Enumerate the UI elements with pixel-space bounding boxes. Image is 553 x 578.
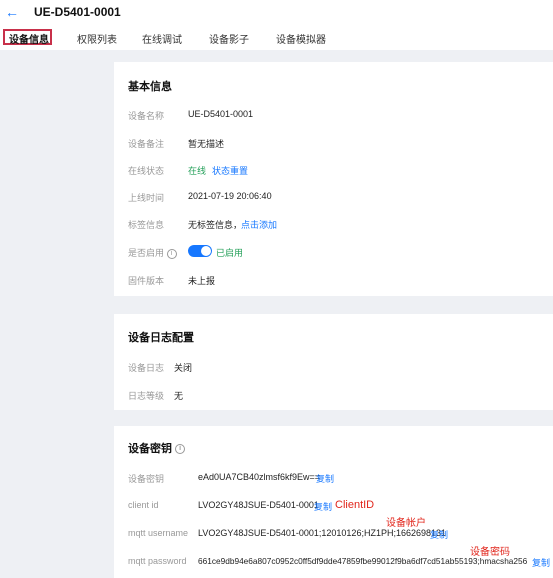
tab-online-debug[interactable]: 在线调试: [142, 31, 182, 46]
top-bar: ← UE-D5401-0001 设备信息 权限列表 在线调试 设备影子 设备模拟…: [0, 0, 553, 50]
online-time-label: 上线时间: [128, 193, 165, 203]
copy-username-button[interactable]: 复制: [430, 528, 448, 541]
tags-value: 无标签信息，: [188, 220, 243, 230]
log-level-label: 日志等级: [128, 391, 165, 401]
tab-device-simulator[interactable]: 设备模拟器: [276, 31, 326, 46]
copy-password-button[interactable]: 复制: [532, 556, 550, 569]
device-log-label: 设备日志: [128, 363, 165, 373]
device-secret-label: 设备密钥: [128, 474, 165, 484]
client-id-value: LVO2GY48JSUE-D5401-0001: [198, 500, 319, 510]
log-config-card: 设备日志配置 设备日志 关闭 日志等级 无: [114, 314, 553, 410]
device-remark-label: 设备备注: [128, 139, 165, 149]
tab-device-info[interactable]: 设备信息: [9, 31, 49, 46]
online-status-value: 在线: [188, 166, 207, 176]
device-secret-value: eAd0UA7CB40zlmsf6kf9Ew==: [198, 472, 321, 482]
firmware-label: 固件版本: [128, 276, 165, 286]
mqtt-username-label: mqtt username: [128, 528, 189, 538]
copy-secret-button[interactable]: 复制: [316, 472, 334, 485]
password-annotation: 设备密码: [470, 547, 510, 558]
firmware-value: 未上报: [188, 276, 216, 286]
online-time-value: 2021-07-19 20:06:40: [188, 191, 272, 201]
reset-status-link[interactable]: 状态重置: [212, 164, 248, 177]
mqtt-password-label: mqtt password: [128, 556, 187, 566]
copy-client-id-button[interactable]: 复制: [314, 500, 332, 513]
basic-info-title: 基本信息: [128, 81, 172, 93]
device-name-value: UE-D5401-0001: [188, 109, 254, 119]
device-log-value: 关闭: [174, 363, 193, 373]
page-title: UE-D5401-0001: [34, 5, 121, 19]
credentials-title-text: 设备密钥: [128, 443, 172, 455]
info-icon[interactable]: i: [166, 248, 177, 259]
tags-label: 标签信息: [128, 220, 165, 230]
client-id-label: client id: [128, 500, 159, 510]
device-remark-value: 暂无描述: [188, 139, 225, 149]
log-level-value: 无: [174, 391, 184, 401]
enabled-label-text: 是否启用: [128, 248, 165, 258]
log-config-title: 设备日志配置: [128, 332, 194, 344]
mqtt-username-value: LVO2GY48JSUE-D5401-0001;12010126;HZ1PH;1…: [198, 528, 447, 538]
enabled-label: 是否启用 i: [128, 246, 177, 259]
account-annotation: 设备帐户: [386, 518, 426, 529]
clientid-annotation: ClientID: [335, 499, 375, 511]
info-icon[interactable]: i: [175, 444, 186, 455]
basic-info-card: 基本信息 设备名称 UE-D5401-0001 设备备注 暂无描述 在线状态 在…: [114, 62, 553, 296]
enabled-status-text: 已启用: [216, 248, 244, 258]
tab-permissions[interactable]: 权限列表: [77, 31, 117, 46]
add-tag-link[interactable]: 点击添加: [241, 218, 277, 231]
device-name-label: 设备名称: [128, 111, 165, 121]
online-status-label: 在线状态: [128, 166, 165, 176]
arrow-left-icon[interactable]: ←: [5, 4, 19, 20]
enabled-toggle[interactable]: [188, 245, 212, 257]
credentials-title: 设备密钥 i: [128, 440, 186, 456]
tab-device-shadow[interactable]: 设备影子: [209, 31, 249, 46]
